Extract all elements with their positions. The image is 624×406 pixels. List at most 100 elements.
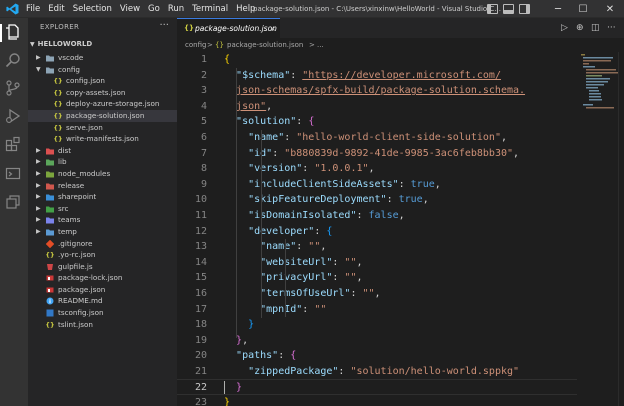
file-yo-rc-json[interactable]: {} .yo-rc.json xyxy=(28,249,177,261)
workspace-section[interactable]: ▼ HELLOWORLD xyxy=(30,40,92,48)
code-token: , xyxy=(320,241,327,253)
code-line[interactable]: 10 "skipFeatureDeployment": true, xyxy=(177,192,577,208)
menu-selection[interactable]: Selection xyxy=(73,4,112,14)
more-actions-icon[interactable]: ··· xyxy=(607,18,616,38)
run-debug-icon[interactable] xyxy=(5,108,23,126)
code-line[interactable]: 5 "solution": { xyxy=(177,114,577,130)
line-number: 20 xyxy=(194,350,207,362)
line-content: "solution": { xyxy=(224,114,314,130)
toggle-sidebar-icon[interactable] xyxy=(487,4,498,14)
code-line[interactable]: 2 "$schema": "https://developer.microsof… xyxy=(177,68,577,84)
code-token: { xyxy=(308,116,315,128)
source-control-icon[interactable] xyxy=(5,80,23,98)
folder-lib[interactable]: ▶ lib xyxy=(28,156,177,168)
code-line[interactable]: 9 "includeClientSideAssets": true, xyxy=(177,177,577,193)
remote-explorer-icon[interactable] xyxy=(5,166,23,184)
menu-edit[interactable]: Edit xyxy=(48,4,64,14)
search-icon[interactable] xyxy=(5,52,23,70)
code-line[interactable]: 6 "name": "hello-world-client-side-solut… xyxy=(177,130,577,146)
file-serve-json[interactable]: {} serve.json xyxy=(28,122,177,134)
file-gulpfile-js[interactable]: gulpfile.js xyxy=(28,261,177,273)
file-readme-md[interactable]: README.md xyxy=(28,295,177,307)
menu-view[interactable]: View xyxy=(120,4,140,14)
open-changes-icon[interactable]: ⊕ xyxy=(576,18,584,38)
code-line[interactable]: 7 "id": "b880839d-9892-41de-9985-3ac6feb… xyxy=(177,146,577,162)
code-line[interactable]: 22 } xyxy=(177,379,577,396)
toggle-secondary-sidebar-icon[interactable] xyxy=(519,4,530,14)
files-icon[interactable] xyxy=(0,24,23,42)
code-line[interactable]: 16 "termsOfUseUrl": "", xyxy=(177,286,577,302)
code-line[interactable]: 11 "isDomainIsolated": false, xyxy=(177,208,577,224)
code-line[interactable]: 14 "websiteUrl": "", xyxy=(177,255,577,271)
code-line[interactable]: 4 json", xyxy=(177,99,577,115)
code-line[interactable]: 13 "name": "", xyxy=(177,239,577,255)
file-package-json[interactable]: package.json xyxy=(28,284,177,296)
menu-go[interactable]: Go xyxy=(148,4,160,14)
folder-dist[interactable]: ▶ dist xyxy=(28,145,177,157)
line-content: "mpnId": "" xyxy=(224,302,326,318)
layers-icon[interactable] xyxy=(5,194,23,212)
extensions-icon[interactable] xyxy=(5,136,23,154)
code-line[interactable]: 18 } xyxy=(177,317,577,333)
maximize-button[interactable]: ☐ xyxy=(572,0,594,18)
folder-teams[interactable]: ▶ teams xyxy=(28,214,177,226)
chevron-right-icon: ▶ xyxy=(36,216,41,224)
file-gitignore[interactable]: .gitignore xyxy=(28,238,177,250)
close-button[interactable]: ✕ xyxy=(599,0,621,18)
code-line[interactable]: 23} xyxy=(177,395,577,406)
file-package-solution-json[interactable]: {} package-solution.json xyxy=(28,109,177,122)
breadcrumb-file[interactable]: package-solution.json xyxy=(227,38,303,52)
file-package-lock-json[interactable]: package-lock.json xyxy=(28,272,177,284)
folder-config[interactable]: ▼ config xyxy=(28,64,177,76)
split-editor-icon[interactable]: ◫ xyxy=(591,18,600,38)
code-token: "" xyxy=(344,256,357,268)
editor-area: {} package-solution.json × ▷ ⊕ ◫ ··· con… xyxy=(177,18,624,406)
breadcrumb-folder[interactable]: config xyxy=(185,38,206,52)
file-tslint-json[interactable]: {} tslint.json xyxy=(28,319,177,331)
vertical-scrollbar[interactable] xyxy=(618,52,624,406)
line-content: "zippedPackage": "solution/hello-world.s… xyxy=(224,364,519,380)
code-line[interactable]: 3 json-schemas/spfx-build/package-soluti… xyxy=(177,83,577,99)
file-copy-assets-json[interactable]: {} copy-assets.json xyxy=(28,87,177,99)
close-tab-icon[interactable]: × xyxy=(270,19,276,39)
file-tsconfig-json[interactable]: tsconfig.json xyxy=(28,307,177,319)
code-token: : xyxy=(272,147,285,159)
file-write-manifests-json[interactable]: {} write-manifests.json xyxy=(28,133,177,145)
tab-package-solution[interactable]: {} package-solution.json × xyxy=(177,18,280,38)
code-line[interactable]: 20 "paths": { xyxy=(177,348,577,364)
breadcrumb-symbol[interactable]: ... xyxy=(317,38,324,52)
gulp-icon xyxy=(46,263,54,271)
code-line[interactable]: 8 "version": "1.0.0.1", xyxy=(177,161,577,177)
indent-guide xyxy=(285,239,286,317)
code-line[interactable]: 12 "developer": { xyxy=(177,224,577,240)
file-deploy-azure-storage-json[interactable]: {} deploy-azure-storage.json xyxy=(28,98,177,110)
menu-file[interactable]: File xyxy=(26,4,40,14)
minimize-button[interactable]: ─ xyxy=(547,0,569,18)
line-content: json", xyxy=(224,99,272,115)
minimap[interactable] xyxy=(579,52,619,112)
folder-icon xyxy=(46,148,54,155)
code-editor[interactable]: 1{2 "$schema": "https://developer.micros… xyxy=(177,52,577,406)
folder-sharepoint[interactable]: ▶ sharepoint xyxy=(28,191,177,203)
code-token: "" xyxy=(314,303,327,315)
code-token: "" xyxy=(308,241,321,253)
code-line[interactable]: 15 "privacyUrl": "", xyxy=(177,270,577,286)
menu-terminal[interactable]: Terminal xyxy=(192,4,228,14)
tree-item-label: .gitignore xyxy=(58,238,93,248)
folder-src[interactable]: ▶ src xyxy=(28,203,177,215)
toggle-panel-icon[interactable] xyxy=(503,4,514,14)
folder-release[interactable]: ▶ release xyxy=(28,180,177,192)
indent-guide xyxy=(261,130,262,318)
folder-temp[interactable]: ▶ temp xyxy=(28,226,177,238)
file-config-json[interactable]: {} config.json xyxy=(28,75,177,87)
code-token: : xyxy=(332,272,345,284)
code-line[interactable]: 1{ xyxy=(177,52,577,68)
folder-node-modules[interactable]: ▶ node_modules xyxy=(28,168,177,180)
code-line[interactable]: 21 "zippedPackage": "solution/hello-worl… xyxy=(177,364,577,380)
more-actions-icon[interactable]: ··· xyxy=(159,20,169,31)
folder-vscode[interactable]: ▶ vscode xyxy=(28,52,177,64)
menu-run[interactable]: Run xyxy=(168,4,184,14)
code-line[interactable]: 19 }, xyxy=(177,333,577,349)
code-line[interactable]: 17 "mpnId": "" xyxy=(177,302,577,318)
run-icon[interactable]: ▷ xyxy=(561,18,568,38)
